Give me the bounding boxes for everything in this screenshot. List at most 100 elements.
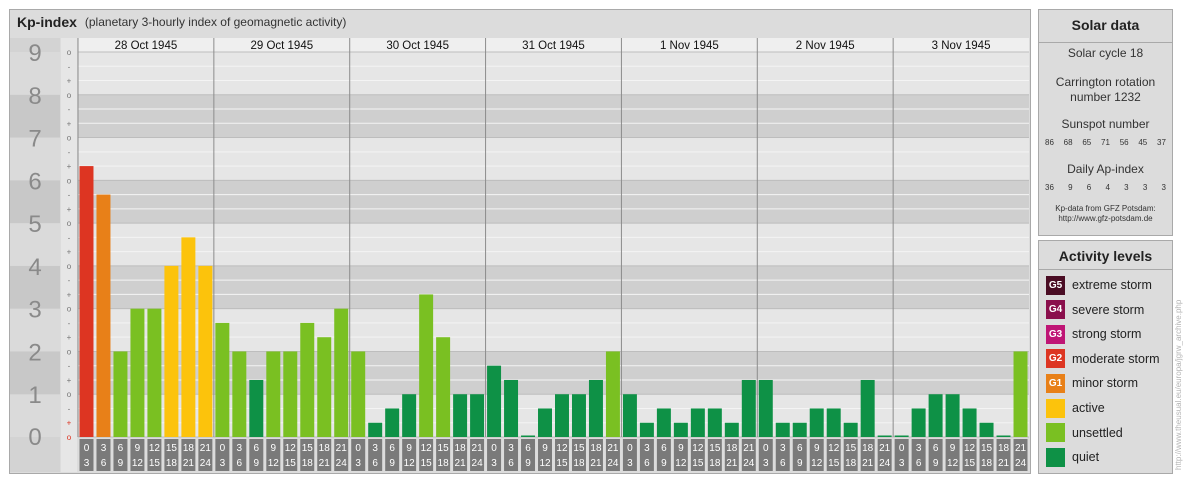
kp-bar xyxy=(164,265,179,437)
hour-start-label: 18 xyxy=(998,443,1010,454)
kp-bar xyxy=(266,351,281,437)
y-tick-label: 1 xyxy=(28,382,41,409)
minor-tick-label: + xyxy=(67,205,72,214)
sunspot-value: 45 xyxy=(1138,138,1148,147)
data-source-link[interactable]: http://www.gfz-potsdam.de xyxy=(1039,214,1172,223)
level-band xyxy=(78,52,1029,95)
ap-value: 6 xyxy=(1086,183,1092,192)
hour-end-label: 18 xyxy=(981,458,993,469)
hour-start-label: 12 xyxy=(828,443,840,454)
kp-bar xyxy=(690,408,705,437)
legend-label: extreme storm xyxy=(1072,278,1152,292)
hour-end-label: 12 xyxy=(539,458,551,469)
minor-tick-label: o xyxy=(67,176,72,185)
hour-end-label: 15 xyxy=(149,458,161,469)
hour-start-label: 18 xyxy=(455,443,467,454)
hour-start-label: 6 xyxy=(525,443,531,454)
hour-end-label: 15 xyxy=(692,458,704,469)
hour-end-label: 12 xyxy=(404,458,416,469)
hour-end-label: 3 xyxy=(627,458,633,469)
kp-bar xyxy=(928,394,943,437)
hour-start-label: 15 xyxy=(302,443,314,454)
minor-tick-label: + xyxy=(67,248,72,257)
hour-start-label: 12 xyxy=(964,443,976,454)
ap-value: 36 xyxy=(1045,183,1054,192)
ap-value: 9 xyxy=(1068,183,1073,192)
hour-start-label: 0 xyxy=(355,443,361,454)
day-label: 2 Nov 1945 xyxy=(796,40,855,52)
source-watermark: http://www.theusual.eu/europa/jgrw_archi… xyxy=(1174,299,1183,470)
hour-end-label: 3 xyxy=(355,458,361,469)
hour-end-label: 21 xyxy=(726,458,738,469)
hour-start-label: 12 xyxy=(149,443,161,454)
level-band xyxy=(78,265,1029,309)
legend-swatch xyxy=(1046,398,1065,418)
kp-bar xyxy=(605,351,620,437)
hour-start-label: 9 xyxy=(135,443,141,454)
kp-bar xyxy=(351,351,366,437)
hour-start-label: 12 xyxy=(421,443,433,454)
hour-end-label: 9 xyxy=(797,458,803,469)
level-band xyxy=(78,94,1029,138)
minor-tick-label: - xyxy=(68,148,71,157)
sunspot-values: 86 68 65 71 56 45 37 xyxy=(1045,138,1166,147)
y-tick-label: 3 xyxy=(28,297,41,324)
minor-tick-label: o xyxy=(67,305,72,314)
minor-tick-label: + xyxy=(67,162,72,171)
hour-end-label: 15 xyxy=(964,458,976,469)
hour-end-label: 15 xyxy=(285,458,297,469)
minor-tick-label: + xyxy=(67,77,72,86)
legend-swatch xyxy=(1046,423,1065,443)
y-tick-label: 5 xyxy=(28,211,41,238)
hour-end-label: 9 xyxy=(389,458,395,469)
hour-end-label: 12 xyxy=(132,458,144,469)
hour-end-label: 18 xyxy=(166,458,178,469)
hour-end-label: 6 xyxy=(508,458,514,469)
kp-bar xyxy=(911,408,926,437)
hour-start-label: 6 xyxy=(254,443,260,454)
sunspot-value: 37 xyxy=(1157,138,1166,147)
hour-end-label: 9 xyxy=(254,458,260,469)
hour-end-label: 3 xyxy=(220,458,226,469)
kp-bar xyxy=(673,422,688,437)
kp-bar xyxy=(215,322,230,437)
minor-tick-label: + xyxy=(67,376,72,385)
hour-end-label: 24 xyxy=(472,458,484,469)
kp-bar xyxy=(792,422,807,437)
kp-bar xyxy=(775,422,790,437)
solar-data-title: Solar data xyxy=(1071,17,1140,33)
hour-start-label: 3 xyxy=(916,443,922,454)
y-tick-label: 0 xyxy=(28,424,41,451)
minor-tick-label: o xyxy=(67,134,72,143)
y-tick-label: 8 xyxy=(28,83,41,110)
hour-start-label: 0 xyxy=(763,443,769,454)
kp-bar xyxy=(996,435,1011,437)
hour-start-label: 15 xyxy=(573,443,585,454)
hour-start-label: 6 xyxy=(933,443,939,454)
day-label: 29 Oct 1945 xyxy=(250,40,313,52)
hour-end-label: 18 xyxy=(709,458,721,469)
kp-bar xyxy=(113,351,128,437)
kp-bar xyxy=(147,308,162,437)
minor-tick-label: o xyxy=(67,390,72,399)
hour-start-label: 9 xyxy=(950,443,956,454)
hour-end-label: 3 xyxy=(491,458,497,469)
kp-bar xyxy=(368,422,383,437)
hour-end-label: 18 xyxy=(302,458,314,469)
kp-bar xyxy=(504,379,519,437)
kp-bar xyxy=(741,379,756,437)
level-band xyxy=(78,223,1029,266)
kp-bar xyxy=(96,194,111,437)
hour-end-label: 21 xyxy=(862,458,874,469)
kp-bar xyxy=(130,308,145,437)
minor-tick-label: o xyxy=(67,48,72,57)
hour-start-label: 3 xyxy=(237,443,243,454)
minor-tick-label: - xyxy=(68,105,71,114)
hour-end-label: 15 xyxy=(556,458,568,469)
legend-item: G3 strong storm xyxy=(1046,324,1141,344)
legend-label: moderate storm xyxy=(1072,351,1160,366)
legend-swatch: G5 xyxy=(1046,275,1065,295)
kp-bar xyxy=(79,166,94,438)
kp-bar xyxy=(419,294,434,437)
minor-tick-label: o xyxy=(67,347,72,356)
